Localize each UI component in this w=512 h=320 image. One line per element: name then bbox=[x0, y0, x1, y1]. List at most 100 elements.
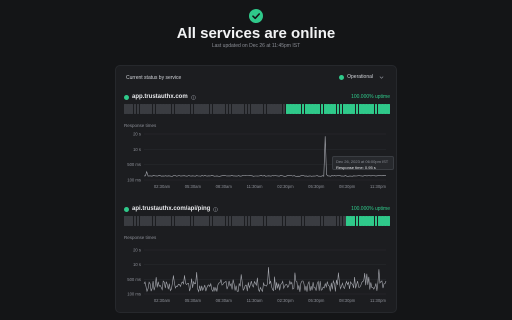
uptime-day-bar[interactable] bbox=[355, 104, 359, 114]
last-updated: Last updated on Dec 26 at 11:45pm IST bbox=[211, 43, 301, 49]
uptime-day-bar[interactable] bbox=[152, 104, 156, 114]
uptime-bar-strip[interactable] bbox=[124, 216, 391, 226]
status-dot-icon bbox=[124, 94, 129, 100]
service-block: app.trustauthx.com 100.000% uptime Respo… bbox=[124, 94, 394, 198]
uptime-day-bar[interactable] bbox=[374, 216, 378, 226]
uptime-day-bar[interactable] bbox=[149, 104, 153, 114]
uptime-day-bar[interactable] bbox=[190, 216, 194, 226]
check-circle-icon bbox=[249, 9, 263, 23]
x-tick-label: 11:30am bbox=[247, 184, 263, 189]
uptime-day-bar[interactable] bbox=[282, 216, 286, 226]
uptime-day-bar[interactable] bbox=[371, 216, 375, 226]
x-tick-label: 11:30pm bbox=[370, 298, 386, 303]
uptime-day-bar[interactable] bbox=[352, 216, 356, 226]
x-tick-label: 05:30am bbox=[185, 298, 202, 303]
uptime-day-bar[interactable] bbox=[241, 104, 245, 114]
uptime-day-bar[interactable] bbox=[387, 216, 391, 226]
y-tick-label: 10 s bbox=[133, 147, 141, 152]
x-tick-label: 08:30pm bbox=[339, 184, 356, 189]
uptime-day-bar[interactable] bbox=[206, 216, 210, 226]
uptime-day-bar[interactable] bbox=[371, 104, 375, 114]
uptime-day-bar[interactable] bbox=[222, 216, 226, 226]
uptime-day-bar[interactable] bbox=[336, 104, 340, 114]
uptime-day-bar[interactable] bbox=[171, 216, 175, 226]
x-tick-label: 11:30pm bbox=[370, 184, 386, 189]
uptime-day-bar[interactable] bbox=[187, 216, 191, 226]
uptime-day-bar[interactable] bbox=[260, 104, 264, 114]
uptime-day-bar[interactable] bbox=[152, 216, 156, 226]
uptime-day-bar[interactable] bbox=[133, 104, 137, 114]
uptime-day-bar[interactable] bbox=[244, 104, 248, 114]
response-time-chart-svg: 20 s 10 s 500 ms 100 ms 02:30am 05:30am 08:30a… bbox=[127, 248, 386, 304]
status-dropdown[interactable]: Operational bbox=[339, 74, 384, 80]
uptime-day-bar[interactable] bbox=[190, 104, 194, 114]
response-times-label: Response times bbox=[124, 235, 157, 240]
tooltip-value: Response time: 0.95 s bbox=[336, 164, 376, 170]
y-tick-label: 100 ms bbox=[127, 292, 141, 297]
response-times-label: Response times bbox=[124, 123, 157, 128]
uptime-day-bar[interactable] bbox=[225, 104, 229, 114]
x-tick-label: 02:30am bbox=[154, 184, 171, 189]
y-tick-label: 10 s bbox=[133, 262, 141, 267]
uptime-bar-strip[interactable] bbox=[124, 104, 391, 114]
uptime-day-bar[interactable] bbox=[168, 216, 172, 226]
uptime-day-bar[interactable] bbox=[168, 104, 172, 114]
uptime-day-bar[interactable] bbox=[149, 216, 153, 226]
service-block: api.trustauthx.com/api/ping 100.000% upt… bbox=[124, 206, 391, 306]
chevron-down-icon bbox=[379, 75, 384, 79]
uptime-day-bar[interactable] bbox=[333, 104, 337, 114]
info-icon[interactable] bbox=[190, 94, 196, 100]
uptime-percentage: 100.000% uptime bbox=[351, 206, 390, 212]
uptime-day-bar[interactable] bbox=[333, 216, 337, 226]
uptime-day-bar[interactable] bbox=[133, 216, 137, 226]
uptime-day-bar[interactable] bbox=[301, 104, 305, 114]
uptime-day-bar[interactable] bbox=[282, 104, 286, 114]
x-tick-label: 02:30am bbox=[154, 298, 171, 303]
info-icon[interactable] bbox=[213, 206, 219, 212]
service-name[interactable]: app.trustauthx.com bbox=[124, 94, 196, 100]
uptime-day-bar[interactable] bbox=[130, 216, 134, 226]
uptime-day-bar[interactable] bbox=[374, 104, 378, 114]
uptime-day-bar[interactable] bbox=[171, 104, 175, 114]
uptime-day-bar[interactable] bbox=[260, 216, 264, 226]
x-tick-label: 08:30pm bbox=[339, 298, 356, 303]
response-time-chart[interactable]: 20 s 10 s 500 ms 100 ms 02:30am 05:30am 08:30a… bbox=[124, 246, 390, 304]
y-tick-label: 500 ms bbox=[127, 277, 141, 282]
status-dot-icon bbox=[339, 74, 345, 80]
uptime-day-bar[interactable] bbox=[298, 104, 302, 114]
uptime-day-bar[interactable] bbox=[279, 216, 283, 226]
uptime-day-bar[interactable] bbox=[298, 216, 302, 226]
uptime-day-bar[interactable] bbox=[355, 216, 359, 226]
page-title: All services are online bbox=[176, 25, 336, 42]
x-tick-label: 05:30pm bbox=[308, 298, 325, 303]
y-tick-label: 100 ms bbox=[127, 178, 141, 183]
uptime-day-bar[interactable] bbox=[206, 104, 210, 114]
uptime-day-bar[interactable] bbox=[241, 216, 245, 226]
uptime-day-bar[interactable] bbox=[225, 216, 229, 226]
uptime-day-bar[interactable] bbox=[187, 104, 191, 114]
y-tick-label: 500 ms bbox=[127, 162, 141, 167]
uptime-day-bar[interactable] bbox=[222, 104, 226, 114]
uptime-day-bar[interactable] bbox=[336, 216, 340, 226]
uptime-day-bar[interactable] bbox=[352, 104, 356, 114]
uptime-day-bar[interactable] bbox=[317, 216, 321, 226]
uptime-day-bar[interactable] bbox=[263, 216, 267, 226]
panel-title: Current status by service bbox=[126, 75, 182, 81]
service-name[interactable]: api.trustauthx.com/api/ping bbox=[124, 206, 219, 212]
x-tick-label: 02:30pm bbox=[277, 184, 294, 189]
y-tick-label: 20 s bbox=[133, 132, 141, 137]
uptime-day-bar[interactable] bbox=[244, 216, 248, 226]
uptime-day-bar[interactable] bbox=[279, 104, 283, 114]
uptime-day-bar[interactable] bbox=[130, 104, 134, 114]
status-label: Operational bbox=[347, 74, 373, 80]
y-tick-label: 20 s bbox=[133, 248, 141, 253]
response-time-chart[interactable]: 20 s 10 s 500 ms 100 ms 02:30am 05:30am 08:30a… bbox=[124, 130, 394, 190]
status-panel: Current status by service Operational ap… bbox=[115, 65, 397, 313]
uptime-day-bar[interactable] bbox=[263, 104, 267, 114]
uptime-day-bar[interactable] bbox=[317, 104, 321, 114]
service-name-label: api.trustauthx.com/api/ping bbox=[132, 206, 211, 212]
chart-tooltip: Dec 26, 2023 at 06:00pm IST Response tim… bbox=[332, 156, 394, 170]
uptime-day-bar[interactable] bbox=[301, 216, 305, 226]
tooltip-date: Dec 26, 2023 at 06:00pm IST bbox=[336, 158, 389, 164]
uptime-day-bar[interactable] bbox=[387, 104, 391, 114]
